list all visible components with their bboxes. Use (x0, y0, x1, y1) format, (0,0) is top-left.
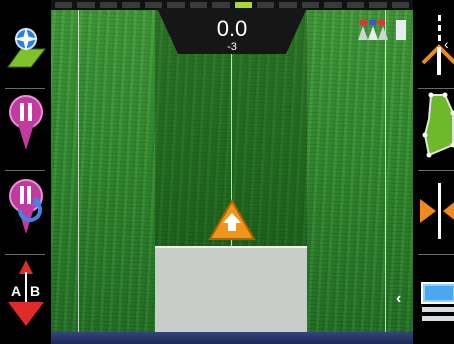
progress-segment (346, 2, 365, 8)
progress-segment (122, 2, 140, 8)
progress-segment (301, 2, 320, 8)
progress-segment (391, 2, 409, 8)
field-boundary-button[interactable] (418, 92, 454, 158)
pause-return-button[interactable] (5, 176, 47, 238)
screen-toggle-button[interactable] (418, 272, 454, 334)
separator (418, 88, 454, 89)
guidance-screen: 0.0 -3 A B ‹ ‹ (0, 0, 454, 344)
progress-segment (212, 2, 230, 8)
separator (5, 88, 45, 89)
pause-button[interactable] (5, 92, 47, 154)
progress-segment (369, 2, 387, 8)
left-toolbar: A B (0, 0, 51, 332)
progress-segment (189, 2, 208, 8)
progress-segment (55, 2, 73, 8)
boundary-icon (422, 92, 454, 158)
pause-return-icon (9, 179, 43, 234)
implement-coverage (155, 246, 307, 332)
ab-line-icon: A B (8, 260, 44, 326)
field-view (51, 10, 413, 332)
pause-pin-icon (9, 95, 43, 150)
progress-segment (144, 2, 163, 8)
separator (5, 254, 45, 255)
ab-label-b: B (30, 283, 40, 299)
nudge-icon (420, 183, 454, 239)
progress-segment (324, 2, 342, 8)
swath-line-right (385, 10, 386, 332)
map-view-button[interactable] (5, 16, 47, 78)
chevron-left-edge-icon[interactable]: ‹ (444, 36, 449, 52)
progress-segment (279, 2, 297, 8)
progress-segment (77, 2, 95, 8)
progress-segment (99, 2, 118, 8)
ab-line-button[interactable]: A B (5, 260, 47, 326)
ab-label-a: A (11, 283, 21, 299)
section-control-icon[interactable] (356, 18, 408, 42)
progress-segment (256, 2, 275, 8)
progress-segment (167, 2, 185, 8)
status-bar (51, 332, 413, 344)
chevron-left-icon[interactable]: ‹ (396, 290, 401, 308)
screen-icon (421, 282, 454, 321)
nudge-button[interactable] (418, 180, 454, 242)
separator (5, 170, 45, 171)
map-pin-icon (7, 27, 47, 68)
offset-value: 0.0 (216, 16, 248, 41)
separator (418, 254, 454, 255)
tractor-icon (208, 199, 256, 240)
offset-sub-value: -3 (227, 41, 237, 53)
offset-readout: 0.0 -3 (157, 8, 307, 54)
separator (418, 170, 454, 171)
progress-segment (234, 2, 252, 8)
bottom-strip (0, 332, 454, 344)
swath-line-left (78, 10, 79, 332)
